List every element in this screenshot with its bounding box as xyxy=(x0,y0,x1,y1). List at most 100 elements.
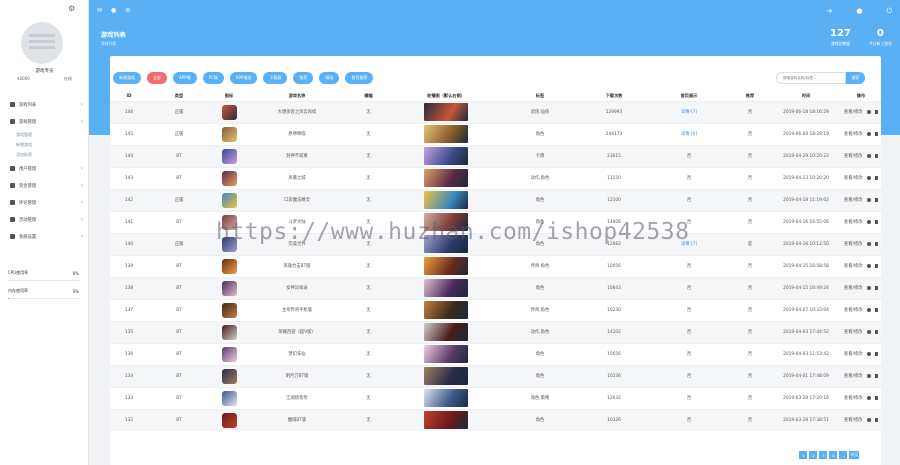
settings-icon[interactable] xyxy=(866,308,871,312)
power-icon[interactable]: ⏻ xyxy=(886,7,892,16)
cell-home[interactable]: 详情·[7] xyxy=(649,100,729,123)
edit-link[interactable]: 查看/修改 xyxy=(844,109,863,115)
settings-icon[interactable] xyxy=(866,198,871,202)
trash-icon[interactable] xyxy=(874,330,879,334)
table-row[interactable]: 134 BT 明月刀BT版无角色 10236 否否 2019-04-01 17:48:09… xyxy=(110,364,881,387)
edit-link[interactable]: 查看/修改 xyxy=(844,395,863,401)
settings-icon[interactable] xyxy=(866,176,871,180)
exit-icon[interactable]: ➔ xyxy=(826,7,832,16)
settings-icon[interactable] xyxy=(866,132,871,136)
table-row[interactable]: 143 BT 风暴之城无动作,角色 11150 否否 2019-04-23 10:20:2… xyxy=(110,166,881,189)
table-row[interactable]: 146 正版 大唐侠客之风云再续无 武侠,仙侠 129993 详情·[7] 否 2019-06… xyxy=(110,100,881,123)
sidebar-item-3[interactable]: 资金管理 › xyxy=(0,177,89,194)
settings-icon[interactable] xyxy=(866,154,871,158)
trash-icon[interactable] xyxy=(874,176,879,180)
settings-gear-icon[interactable]: ⚙ xyxy=(68,5,76,13)
table-row[interactable]: 141 BT 斗罗大陆无角色 14006 否否 2019-04-16 16:55:06 查看… xyxy=(110,210,881,233)
table-row[interactable]: 140 正版 完美世界无 角色 12662 详情·[7] 是 2019-04-16 10:12… xyxy=(110,232,881,255)
page-button[interactable]: 2 xyxy=(809,451,818,459)
bell-icon[interactable]: ● xyxy=(111,7,116,14)
edit-link[interactable]: 查看/修改 xyxy=(844,285,863,291)
settings-icon[interactable] xyxy=(866,264,871,268)
edit-link[interactable]: 查看/修改 xyxy=(844,153,863,159)
sidebar-item-0[interactable]: 游戏列表 › xyxy=(0,96,89,113)
home-display[interactable]: 详情·[7] xyxy=(681,242,697,247)
user-icon[interactable]: ● xyxy=(856,7,862,16)
edit-link[interactable]: 查看/修改 xyxy=(844,263,863,269)
edit-link[interactable]: 查看/修改 xyxy=(844,307,863,313)
sidebar-subitem[interactable]: 游戏管理 xyxy=(0,130,89,140)
table-row[interactable]: 142 正版 口袋魔法精灵无角色 12100 否否 2019-04-18 11:19:02… xyxy=(110,188,881,211)
trash-icon[interactable] xyxy=(874,374,879,378)
edit-link[interactable]: 查看/修改 xyxy=(844,197,863,203)
table-row[interactable]: 133 BT 江湖侠客传无角色,策略 12632 否否 2019-03-29 17:20:… xyxy=(110,386,881,409)
page-button[interactable]: 末页 xyxy=(849,451,859,459)
mail-icon[interactable]: ✉ xyxy=(97,7,102,14)
filter-button-4[interactable]: APP端游 xyxy=(229,72,258,84)
settings-icon[interactable] xyxy=(866,110,871,114)
page-button[interactable]: 1 xyxy=(799,451,808,459)
settings-icon[interactable] xyxy=(866,352,871,356)
table-row[interactable]: 144 BT 封神不寂寞无卡牌 23015 否否 2019-04-29 10:20:22 查… xyxy=(110,144,881,167)
table-row[interactable]: 139 BT 英雄合击BT版无传奇,角色 10056 否否 2019-04-15 16:5… xyxy=(110,254,881,277)
table-row[interactable]: 145 正版 原神降临无 角色 244173 详情·[6] 否 2019-06-08 18:2… xyxy=(110,122,881,145)
settings-icon[interactable] xyxy=(866,418,871,423)
edit-link[interactable]: 查看/修改 xyxy=(844,131,863,137)
page-button[interactable]: ... xyxy=(839,451,848,459)
settings-icon[interactable] xyxy=(866,396,871,400)
trash-icon[interactable] xyxy=(874,220,879,224)
filter-button-5[interactable]: 下载器 xyxy=(263,72,288,84)
trash-icon[interactable] xyxy=(874,352,879,356)
sidebar-subitem[interactable]: 新增游戏 xyxy=(0,140,89,150)
settings-icon[interactable] xyxy=(866,286,871,290)
home-display[interactable]: 详情·[6] xyxy=(681,132,697,137)
filter-button-8[interactable]: 首页推荐 xyxy=(345,72,374,84)
settings-icon[interactable] xyxy=(866,374,871,378)
edit-link[interactable]: 查看/修改 xyxy=(844,241,863,247)
trash-icon[interactable] xyxy=(874,264,879,268)
sidebar-item-4[interactable]: 评论管理 › xyxy=(0,194,89,211)
filter-button-0[interactable]: 新增游戏 xyxy=(113,72,141,84)
settings-icon[interactable] xyxy=(866,330,871,334)
edit-link[interactable]: 查看/修改 xyxy=(844,219,863,225)
gear-icon[interactable]: ⚙ xyxy=(125,7,130,14)
trash-icon[interactable] xyxy=(874,286,879,290)
search-input[interactable] xyxy=(776,72,846,84)
filter-button-2[interactable]: APP端 xyxy=(173,72,197,84)
table-row[interactable]: 132 BT 魔域BT版无角色 10326 否否 2019-03-28 17:38:51 查… xyxy=(110,408,881,431)
page-button[interactable]: 3 xyxy=(819,451,828,459)
sidebar-item-1[interactable]: 游戏管理 › xyxy=(0,113,89,130)
sidebar-item-5[interactable]: 活动管理 › xyxy=(0,211,89,228)
trash-icon[interactable] xyxy=(874,396,879,400)
sidebar-item-6[interactable]: 系统设置 › xyxy=(0,228,89,245)
settings-icon[interactable] xyxy=(866,220,871,224)
trash-icon[interactable] xyxy=(874,198,879,202)
trash-icon[interactable] xyxy=(874,242,879,246)
trash-icon[interactable] xyxy=(874,308,879,312)
trash-icon[interactable] xyxy=(874,132,879,136)
filter-button-3[interactable]: PC端 xyxy=(202,72,224,84)
sidebar-item-2[interactable]: 用户管理 › xyxy=(0,160,89,177)
edit-link[interactable]: 查看/修改 xyxy=(844,175,863,181)
table-row[interactable]: 138 BT 女神异闻录无角色 10643 否否 2019-04-15 16:49:24 查… xyxy=(110,276,881,299)
edit-link[interactable]: 查看/修改 xyxy=(844,329,863,335)
cell-home[interactable]: 详情·[7] xyxy=(649,232,729,255)
edit-link[interactable]: 查看/修改 xyxy=(844,417,863,423)
home-display[interactable]: 详情·[7] xyxy=(681,110,697,115)
page-button[interactable]: 4 xyxy=(829,451,838,459)
trash-icon[interactable] xyxy=(874,110,879,114)
filter-button-6[interactable]: 推荐 xyxy=(293,72,314,84)
edit-link[interactable]: 查看/修改 xyxy=(844,351,863,357)
trash-icon[interactable] xyxy=(874,154,879,158)
table-row[interactable]: 137 BT 主宰传奇手机版无传奇,角色 10230 否否 2019-04-07 10:3… xyxy=(110,298,881,321)
trash-icon[interactable] xyxy=(874,418,879,423)
settings-icon[interactable] xyxy=(866,242,871,246)
sidebar-subitem[interactable]: 添加标签 xyxy=(0,150,89,160)
filter-button-7[interactable]: 精选 xyxy=(319,72,340,84)
filter-button-1[interactable]: 全部 xyxy=(147,72,167,84)
table-row[interactable]: 136 BT 梦幻诛仙无角色 15656 否否 2019-04-03 11:53:42 查看… xyxy=(110,342,881,365)
table-row[interactable]: 135 BT 荣耀西游（超V版）无动作,角色 14102 否否 2019-04-03 17… xyxy=(110,320,881,343)
cell-home[interactable]: 详情·[6] xyxy=(649,122,729,145)
search-button[interactable]: 搜索 xyxy=(846,72,865,84)
edit-link[interactable]: 查看/修改 xyxy=(844,373,863,379)
